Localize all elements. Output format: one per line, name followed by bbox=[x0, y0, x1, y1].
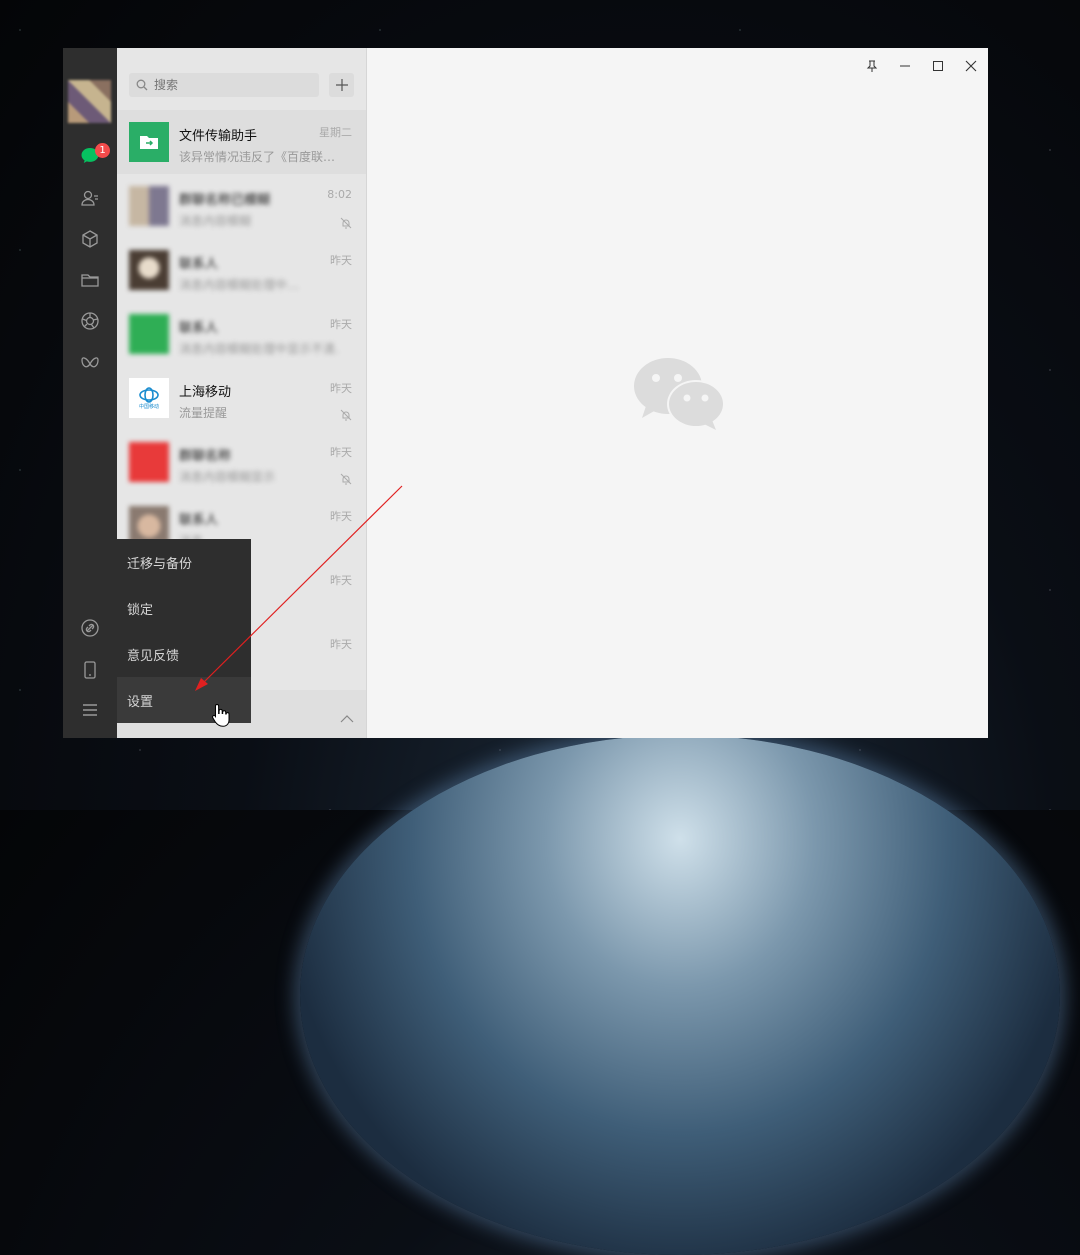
chat-name: 群聊名称 bbox=[179, 449, 232, 464]
chat-item[interactable]: 联系人 昨天 消息内容模糊处理中显示不清… bbox=[117, 302, 366, 366]
contacts-icon[interactable] bbox=[76, 184, 104, 212]
blurred-avatar bbox=[129, 442, 169, 482]
phone-icon[interactable] bbox=[76, 656, 104, 684]
chat-preview: 消息内容模糊处理中… bbox=[179, 278, 300, 292]
chat-time: 昨天 bbox=[330, 510, 352, 523]
pin-icon[interactable] bbox=[860, 54, 884, 78]
chat-preview: 该异常情况违反了《百度联… bbox=[179, 150, 336, 164]
china-mobile-logo-text: 中国移动 bbox=[138, 404, 159, 410]
add-button[interactable] bbox=[329, 73, 354, 97]
menu-icon[interactable] bbox=[76, 696, 104, 724]
menu-item-settings[interactable]: 设置 bbox=[117, 677, 251, 723]
chat-item-china-mobile[interactable]: 中国移动 上海移动 昨天 流量提醒 bbox=[117, 366, 366, 430]
settings-popup-menu: 迁移与备份 锁定 意见反馈 设置 bbox=[117, 539, 251, 723]
blurred-avatar bbox=[129, 186, 169, 226]
chat-preview: 消息内容模糊处理中显示不清… bbox=[179, 342, 339, 356]
chat-preview: 消息内容模糊 bbox=[179, 214, 252, 228]
chat-name: 群聊名称已模糊 bbox=[179, 193, 271, 208]
chat-item[interactable]: 群聊名称已模糊 8:02 消息内容模糊 bbox=[117, 174, 366, 238]
chat-time: 昨天 bbox=[330, 638, 352, 651]
chat-time: 昨天 bbox=[330, 318, 352, 331]
favorites-cube-icon[interactable] bbox=[76, 225, 104, 253]
chat-time: 昨天 bbox=[330, 254, 352, 267]
close-icon[interactable] bbox=[959, 54, 983, 78]
chat-name: 联系人 bbox=[179, 321, 219, 336]
search-input[interactable] bbox=[152, 77, 306, 93]
chat-item-file-transfer[interactable]: 文件传输助手 星期二 该异常情况违反了《百度联… bbox=[117, 110, 366, 174]
blurred-avatar bbox=[129, 250, 169, 290]
menu-item-migrate-backup[interactable]: 迁移与备份 bbox=[117, 539, 251, 585]
earth-wallpaper bbox=[300, 735, 1060, 1255]
minimize-icon[interactable] bbox=[893, 54, 917, 78]
menu-item-feedback[interactable]: 意见反馈 bbox=[117, 631, 251, 677]
mute-bell-icon bbox=[340, 406, 352, 425]
chat-item[interactable]: 群聊名称 昨天 消息内容模糊显示 bbox=[117, 430, 366, 494]
chat-name: 联系人 bbox=[179, 257, 219, 272]
file-transfer-avatar bbox=[129, 122, 169, 162]
mute-bell-icon bbox=[340, 470, 352, 489]
chat-preview: 消息内容模糊显示 bbox=[179, 470, 276, 484]
blurred-avatar bbox=[129, 314, 169, 354]
chat-time: 昨天 bbox=[330, 446, 352, 459]
mute-bell-icon bbox=[340, 214, 352, 233]
maximize-icon[interactable] bbox=[926, 54, 950, 78]
files-folder-icon[interactable] bbox=[76, 266, 104, 294]
hand-cursor-icon bbox=[212, 703, 230, 731]
search-icon bbox=[136, 76, 148, 95]
moments-aperture-icon[interactable] bbox=[76, 307, 104, 335]
sidebar: 1 bbox=[63, 48, 117, 738]
chat-preview: 流量提醒 bbox=[179, 406, 228, 420]
chat-time: 昨天 bbox=[330, 382, 352, 395]
search-box[interactable] bbox=[129, 73, 319, 97]
chat-item[interactable]: 联系人 昨天 消息内容模糊处理中… bbox=[117, 238, 366, 302]
menu-item-lock[interactable]: 锁定 bbox=[117, 585, 251, 631]
chat-name: 文件传输助手 bbox=[179, 129, 258, 144]
chat-content-area bbox=[367, 48, 988, 738]
unread-badge: 1 bbox=[95, 143, 110, 158]
chat-name: 联系人 bbox=[179, 513, 219, 528]
chat-time: 8:02 bbox=[327, 188, 352, 201]
avatar[interactable] bbox=[68, 80, 111, 123]
chevron-up-icon[interactable] bbox=[340, 708, 354, 727]
china-mobile-logo-icon: 中国移动 bbox=[129, 378, 169, 418]
chat-time: 星期二 bbox=[319, 126, 352, 139]
chat-time: 昨天 bbox=[330, 574, 352, 587]
mini-program-icon[interactable] bbox=[76, 350, 104, 378]
chat-name: 上海移动 bbox=[179, 385, 232, 400]
wechat-logo-icon bbox=[632, 354, 728, 438]
link-icon[interactable] bbox=[76, 614, 104, 642]
